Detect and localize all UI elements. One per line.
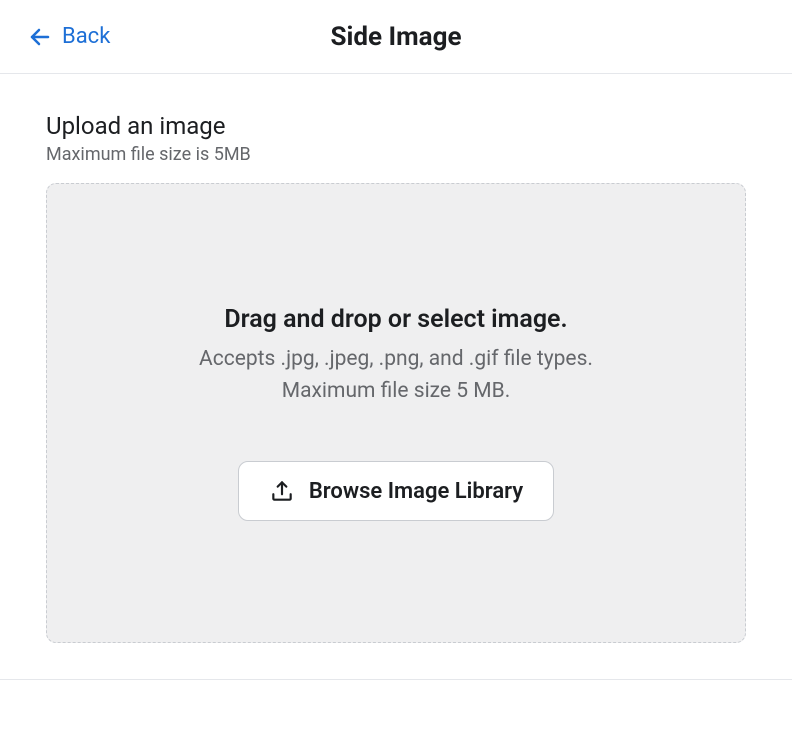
upload-section-subtitle: Maximum file size is 5MB [46,144,746,165]
page-title: Side Image [331,22,462,52]
browse-image-library-button[interactable]: Browse Image Library [238,461,554,521]
dropzone-maxsize-text: Maximum file size 5 MB. [282,376,511,408]
back-button-label: Back [62,24,110,49]
dropzone-accepts-text: Accepts .jpg, .jpeg, .png, and .gif file… [199,344,593,376]
upload-icon [269,478,295,504]
browse-button-label: Browse Image Library [309,479,523,504]
content-area: Upload an image Maximum file size is 5MB… [0,74,792,671]
upload-section-title: Upload an image [46,112,746,140]
dropzone-heading: Drag and drop or select image. [224,305,567,334]
arrow-left-icon [28,25,52,49]
page-header: Back Side Image [0,0,792,74]
bottom-divider [0,679,792,680]
upload-dropzone[interactable]: Drag and drop or select image. Accepts .… [46,183,746,643]
back-button[interactable]: Back [28,24,110,49]
